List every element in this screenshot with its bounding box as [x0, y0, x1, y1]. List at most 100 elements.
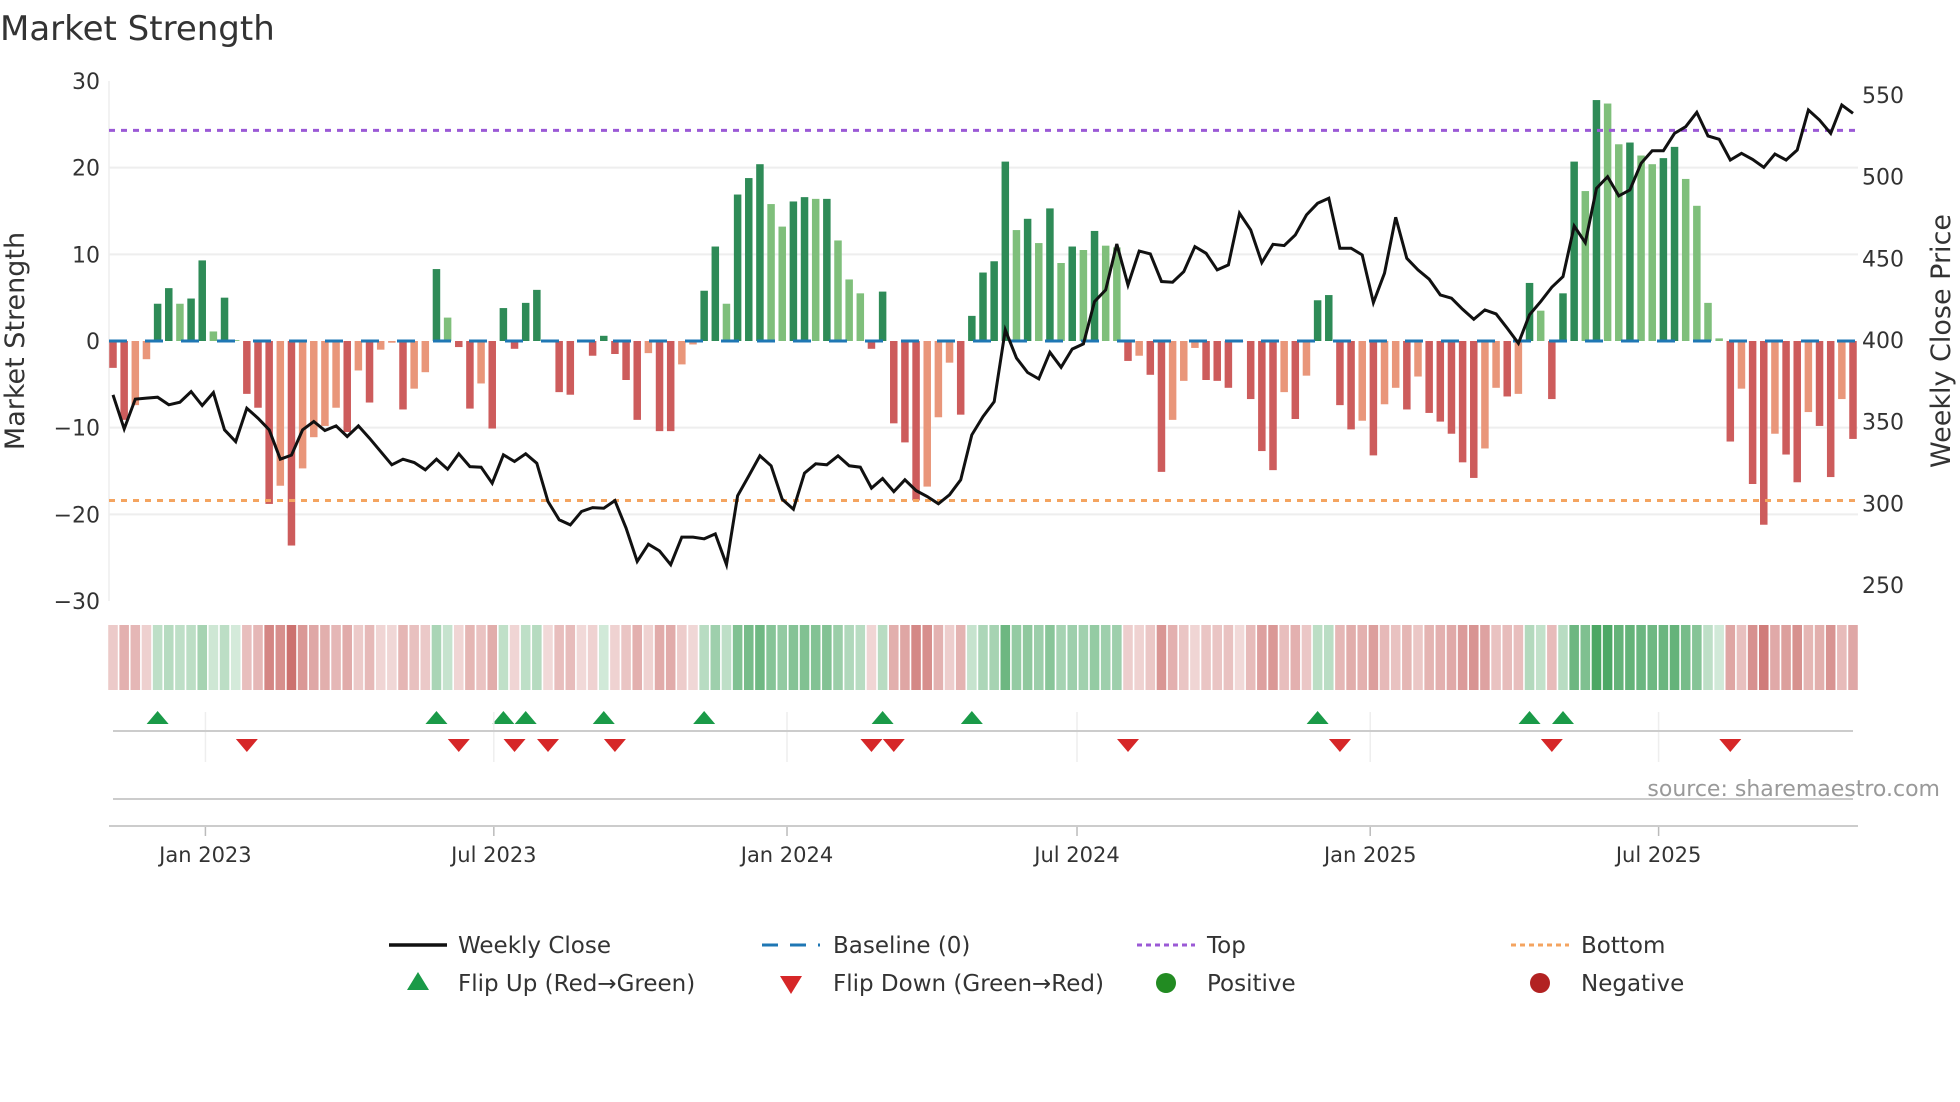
heat-cell: [498, 625, 509, 690]
source-label: source: sharemaestro.com: [1647, 777, 1940, 802]
heat-cell: [688, 625, 698, 690]
legend-label: Negative: [1581, 971, 1684, 997]
heat-cell: [598, 625, 609, 690]
strength-bar: [711, 246, 720, 341]
heat-cell: [1814, 625, 1825, 690]
heat-cell: [1491, 625, 1501, 690]
heat-cell: [442, 625, 453, 690]
flip-up-marker: [1518, 711, 1541, 724]
heat-cell: [900, 625, 910, 690]
flip-up-marker: [1306, 711, 1329, 724]
heat-cell: [1268, 625, 1278, 690]
heat-cell: [1067, 625, 1078, 690]
strength-bar: [1068, 246, 1076, 341]
heat-cell: [353, 625, 364, 690]
strength-bar: [700, 290, 708, 341]
strength-bar: [388, 341, 396, 343]
heat-cell: [1547, 625, 1557, 690]
strength-bar: [1391, 341, 1400, 388]
strength-bar: [923, 341, 931, 487]
flip-down-marker: [503, 739, 526, 752]
strength-bar: [655, 341, 664, 432]
y2-tick-label: 450: [1862, 247, 1904, 272]
strength-bar: [1023, 218, 1032, 341]
strength-bar: [1258, 341, 1266, 452]
heat-cell: [476, 625, 486, 690]
strength-bar: [1302, 341, 1311, 376]
strength-bar: [1470, 341, 1478, 478]
heat-cell: [1636, 625, 1646, 690]
heat-cell: [576, 625, 587, 690]
heat-cell: [532, 625, 542, 690]
strength-bar: [410, 341, 418, 389]
strength-bar: [1358, 341, 1366, 421]
heat-cell: [1145, 625, 1156, 690]
strength-bar: [1403, 341, 1411, 410]
strength-bar: [1760, 341, 1768, 525]
heat-cell: [264, 625, 274, 690]
heat-cell: [1402, 625, 1412, 690]
heat-cell: [387, 625, 397, 690]
strength-bar: [443, 317, 452, 341]
strength-bar: [555, 341, 563, 393]
heat-cell: [844, 625, 854, 690]
heat-cell: [1770, 625, 1780, 690]
flip-down-marker: [1719, 739, 1742, 752]
heat-cell: [163, 625, 174, 690]
strength-bar: [1670, 146, 1679, 341]
strength-bar: [778, 226, 786, 341]
heat-cell: [242, 625, 252, 690]
strength-bar: [622, 341, 630, 380]
heat-cell: [822, 625, 832, 690]
strength-bar: [243, 341, 251, 394]
heat-cell: [922, 625, 933, 690]
strength-bar: [956, 341, 965, 415]
strength-bar: [176, 303, 184, 341]
heat-cell: [665, 625, 676, 690]
flip-down-marker: [882, 739, 905, 752]
strength-bar: [1291, 341, 1300, 419]
heat-cell: [1569, 625, 1579, 690]
legend-triangle-down-icon: [780, 976, 802, 994]
heat-cell: [253, 625, 263, 690]
heat-cell: [1089, 625, 1100, 690]
strength-bar: [1581, 191, 1590, 341]
strength-bar: [1681, 178, 1690, 341]
strength-bar: [399, 341, 407, 410]
heat-cell: [197, 625, 208, 690]
heat-cell: [1033, 625, 1044, 690]
strength-bar: [1726, 341, 1735, 442]
heat-cell: [1000, 625, 1011, 690]
heat-cell: [911, 625, 921, 690]
strength-bar: [287, 341, 296, 546]
strength-bar: [1849, 341, 1857, 439]
heat-cell: [799, 625, 810, 690]
strength-bar: [1035, 243, 1043, 341]
heat-cell: [487, 625, 498, 690]
heat-cell: [1156, 625, 1167, 690]
strength-bar: [1492, 341, 1500, 388]
strength-bar: [153, 303, 162, 341]
heat-cell: [364, 625, 375, 690]
strength-bar: [1782, 341, 1790, 455]
heat-cell: [710, 625, 721, 690]
y2-tick-label: 500: [1862, 166, 1904, 191]
legend-label: Bottom: [1581, 933, 1665, 959]
y2-tick-label: 350: [1862, 411, 1904, 436]
heat-cell: [108, 625, 118, 690]
heat-cell: [409, 625, 419, 690]
heat-cell: [833, 625, 843, 690]
x-tick-label: Jul 2025: [1614, 843, 1701, 867]
strength-bar: [845, 279, 853, 341]
heat-cell: [1312, 625, 1323, 690]
flip-down-marker: [603, 739, 626, 752]
heat-cell: [1446, 625, 1457, 690]
strength-bar: [823, 198, 831, 341]
strength-bar: [722, 303, 731, 341]
heat-cell: [297, 625, 308, 690]
heat-cell: [1022, 625, 1033, 690]
x-tick-label: Jan 2024: [739, 843, 834, 867]
heat-cell: [1502, 625, 1513, 690]
heat-cell: [1178, 625, 1189, 690]
heat-cell: [587, 625, 598, 690]
